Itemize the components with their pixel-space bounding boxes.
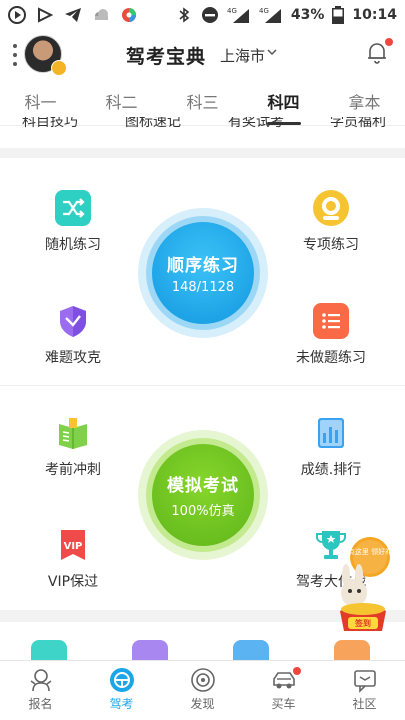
vip-badge-icon: [51, 60, 67, 76]
sequence-practice-button[interactable]: 顺序练习 148/1128: [152, 222, 254, 324]
mock-exam-subtitle: 100%仿真: [171, 504, 235, 519]
nav-discover[interactable]: 发现: [162, 661, 243, 720]
undone-practice-label: 未做题练习: [296, 350, 366, 366]
shortcut-label[interactable]: 科目技巧: [22, 117, 78, 131]
cloud-icon: [95, 9, 108, 20]
vip-icon-text: VIP: [64, 541, 83, 552]
play-icon: [8, 6, 26, 24]
special-practice-button[interactable]: 专项练习: [276, 190, 386, 254]
nav-community-label: 社区: [352, 697, 377, 711]
nav-buy-car-label: 买车: [271, 697, 296, 711]
app-title: 驾考宝典: [126, 46, 207, 68]
nav-community[interactable]: 社区: [324, 661, 405, 720]
special-practice-label: 专项练习: [303, 237, 359, 253]
bottom-nav: 报名 驾考 发现 买车 社区: [0, 660, 405, 720]
shuffle-icon: [55, 190, 91, 226]
signup-icon: [30, 669, 51, 692]
hard-questions-label: 难题攻克: [45, 350, 101, 366]
svg-text:4G: 4G: [259, 7, 269, 15]
section-divider: [0, 148, 405, 158]
shortcut-row-partial: 科目技巧 图标速记 有奖试考 学员福利: [0, 117, 405, 133]
book-icon: [55, 415, 91, 451]
clock: 10:14: [352, 7, 397, 23]
sequence-practice-title: 顺序练习: [167, 256, 239, 276]
mock-exam-title: 模拟考试: [167, 476, 239, 496]
vip-pass-label: VIP保过: [47, 574, 99, 590]
shortcut-label[interactable]: 有奖试考: [228, 117, 284, 131]
nav-drive[interactable]: 驾考: [81, 661, 162, 720]
bluetooth-icon: [179, 7, 190, 23]
vip-icon: VIP: [55, 527, 91, 563]
section-divider: [0, 385, 405, 386]
nav-drive-label: 驾考: [109, 697, 134, 711]
rank-label: 成绩.排行: [300, 462, 362, 478]
shortcut-label[interactable]: 图标速记: [125, 117, 181, 131]
nav-signup-label: 报名: [28, 697, 53, 711]
battery-icon: [332, 6, 345, 24]
sequence-practice-progress: 148/1128: [171, 280, 235, 295]
play-outline-icon: [38, 7, 54, 23]
drive-icon: [109, 668, 134, 692]
hard-questions-button[interactable]: 难题攻克: [18, 303, 128, 367]
colorwheel-icon: [122, 8, 136, 22]
nav-discover-label: 发现: [190, 697, 215, 711]
community-icon: [353, 670, 376, 693]
bar-chart-icon: [313, 415, 349, 451]
sprint-label: 考前冲刺: [45, 462, 101, 478]
svg-text:4G: 4G: [227, 7, 237, 15]
minus-circle-icon: [201, 7, 218, 23]
menu-dots-icon[interactable]: [12, 44, 18, 66]
list-icon: [313, 303, 349, 339]
notification-dot: [385, 38, 393, 46]
nav-signup[interactable]: 报名: [0, 661, 81, 720]
target-icon: [313, 190, 349, 226]
status-bar: 4G 4G 43% 10:14: [0, 0, 405, 30]
random-practice-button[interactable]: 随机练习: [18, 190, 128, 254]
mascot-bubble-text: 点这里 领好礼: [348, 547, 392, 556]
vip-pass-button[interactable]: VIP VIP保过: [18, 527, 128, 591]
shortcut-label[interactable]: 学员福利: [330, 117, 386, 131]
signal-icon: 4G: [227, 7, 249, 23]
app-header: 驾考宝典 上海市: [0, 30, 405, 80]
nav-buy-car[interactable]: 买车: [243, 661, 324, 720]
battery-percent: 43%: [290, 7, 325, 23]
mascot-tag: 签到: [354, 618, 371, 628]
mock-exam-button[interactable]: 模拟考试 100%仿真: [152, 444, 254, 546]
discover-icon: [190, 668, 215, 692]
telegram-icon: [65, 8, 81, 22]
chevron-down-icon[interactable]: [266, 46, 278, 58]
app-screen: 4G 4G 43% 10:14 驾考宝典 上海市 科一 科二 科三 科四 拿本 …: [0, 0, 405, 720]
city-selector[interactable]: 上海市: [220, 45, 265, 66]
sprint-button[interactable]: 考前冲刺: [18, 415, 128, 479]
random-practice-label: 随机练习: [45, 237, 101, 253]
undone-practice-button[interactable]: 未做题练习: [276, 303, 386, 367]
avatar[interactable]: [24, 35, 67, 76]
signal-icon: 4G: [259, 7, 281, 23]
notification-dot: [293, 667, 301, 675]
shield-icon: [55, 303, 91, 339]
checkin-mascot[interactable]: 点这里 领好礼 签到: [332, 535, 394, 635]
rank-button[interactable]: 成绩.排行: [276, 415, 386, 479]
